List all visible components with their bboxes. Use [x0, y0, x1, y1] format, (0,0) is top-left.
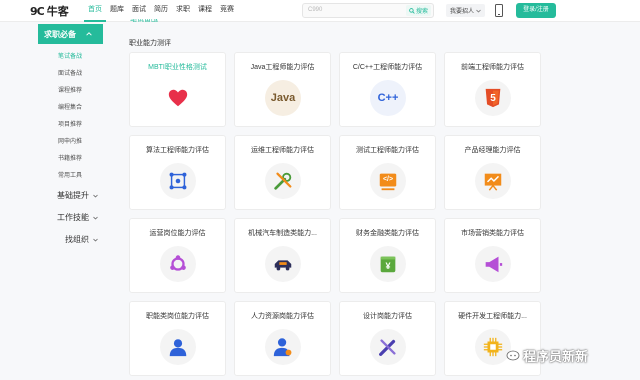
card-title: 运营岗位能力评估	[149, 230, 206, 237]
algorithm-icon	[160, 163, 196, 199]
car-icon	[265, 246, 301, 282]
nav-question-bank[interactable]: 题库	[106, 0, 128, 22]
card-title: 测试工程师能力评估	[356, 147, 419, 154]
presentation-icon	[475, 163, 511, 199]
role-select[interactable]: 我要招人	[446, 4, 486, 17]
sidebar-group-label: 工作技能	[57, 213, 89, 222]
mobile-icon[interactable]	[494, 4, 504, 17]
card-title: 市场营销类能力评估	[461, 230, 524, 237]
sidebar-sub-interview-prep[interactable]: 面试备战	[58, 68, 82, 77]
chevron-down-icon	[93, 194, 98, 197]
watermark-text: 程序员新新	[523, 349, 589, 364]
assessment-card[interactable]: 算法工程师能力评估	[129, 135, 226, 210]
chat-bubble-icon	[506, 350, 520, 360]
section-heading-cut: 笔试备战	[130, 19, 158, 23]
card-title: 前端工程师能力评估	[461, 64, 524, 71]
role-select-label: 我要招人	[450, 9, 475, 15]
assessment-card[interactable]: 机械汽车制造类能力...	[234, 218, 331, 293]
search-icon	[409, 7, 415, 14]
design-icon	[370, 329, 406, 365]
assessment-card[interactable]: 运营岗位能力评估	[129, 218, 226, 293]
assessment-card[interactable]: MBTI职业性格测试	[129, 52, 226, 127]
assessment-card[interactable]: 职能类岗位能力评估	[129, 301, 226, 376]
logo[interactable]: 9C 牛客	[30, 3, 69, 19]
card-title: C/C++工程师能力评估	[352, 64, 423, 71]
sidebar-sub-projects[interactable]: 项目推荐	[58, 119, 82, 128]
assessment-card[interactable]: 人力资源岗能力评估	[234, 301, 331, 376]
assessment-card[interactable]: C/C++工程师能力评估 C++	[339, 52, 436, 127]
card-title: 财务金融类能力评估	[356, 230, 419, 237]
sidebar-sub-tools[interactable]: 常用工具	[58, 170, 82, 179]
sidebar-active-label: 求职必备	[44, 29, 76, 39]
assessment-card[interactable]: 财务金融类能力评估 ¥	[339, 218, 436, 293]
finance-icon-text: ¥	[385, 260, 391, 271]
section-title: 职业能力测评	[129, 40, 171, 47]
assessment-card[interactable]: 前端工程师能力评估 5	[444, 52, 541, 127]
sidebar-item-job-essentials[interactable]: 求职必备	[38, 24, 103, 44]
main-nav: 首页 题库 面试 简历 求职 课程 竞赛	[84, 0, 238, 22]
code-icon-text: </>	[382, 176, 394, 183]
card-title: 硬件开发工程师能力...	[458, 313, 527, 320]
assessment-card[interactable]: Java工程师能力评估 Java	[234, 52, 331, 127]
search-input[interactable]: C990 搜索	[302, 3, 434, 18]
search-button-label: 搜索	[415, 9, 428, 15]
java-icon-text: Java	[270, 92, 296, 104]
sidebar-sub-books[interactable]: 书籍推荐	[58, 153, 82, 162]
card-title: Java工程师能力评估	[250, 64, 315, 71]
search-placeholder: C990	[308, 7, 323, 13]
chevron-down-icon	[93, 216, 98, 219]
card-title: MBTI职业性格测试	[148, 64, 207, 71]
card-title: 机械汽车制造类能力...	[248, 230, 317, 237]
sidebar-sub-written-test[interactable]: 笔试备战	[58, 51, 82, 60]
sidebar-sub-referrals[interactable]: 网申内推	[58, 136, 82, 145]
tools-icon	[265, 163, 301, 199]
search-button[interactable]: 搜索	[405, 5, 431, 16]
logo-name: 牛客	[46, 6, 69, 18]
assessment-card[interactable]: 市场营销类能力评估	[444, 218, 541, 293]
card-title: 设计岗能力评估	[363, 313, 412, 320]
sidebar-group-work-skills[interactable]: 工作技能	[57, 212, 98, 223]
cpp-icon-text: C++	[377, 92, 399, 104]
assessment-card[interactable]: 测试工程师能力评估 </>	[339, 135, 436, 210]
card-title: 职能类岗位能力评估	[146, 313, 209, 320]
person-icon	[160, 329, 196, 365]
cpp-icon: C++	[370, 80, 406, 116]
operations-icon	[160, 246, 196, 282]
nav-contests[interactable]: 竞赛	[216, 0, 238, 22]
watermark: 程序员新新	[506, 346, 588, 365]
sidebar-group-label: 找组织	[65, 235, 89, 244]
logo-mark: 9C	[30, 4, 45, 18]
chevron-down-icon	[93, 238, 98, 241]
card-title: 算法工程师能力评估	[146, 147, 209, 154]
login-button[interactable]: 登录/注册	[516, 3, 556, 18]
hr-icon	[265, 329, 301, 365]
card-title: 运维工程师能力评估	[251, 147, 314, 154]
nav-courses[interactable]: 课程	[194, 0, 216, 22]
assessment-card[interactable]: 产品经理能力评估	[444, 135, 541, 210]
sidebar: 求职必备 笔试备战 面试备战 课程推荐 编程集合 项目推荐 网申内推 书籍推荐 …	[0, 22, 118, 380]
sidebar-group-find-org[interactable]: 找组织	[65, 234, 98, 245]
html5-icon-text: 5	[490, 92, 496, 104]
code-icon: </>	[370, 163, 406, 199]
nav-jobs[interactable]: 求职	[172, 0, 194, 22]
chevron-down-icon	[476, 9, 481, 12]
chevron-up-icon	[86, 32, 92, 36]
sidebar-group-basics[interactable]: 基础提升	[57, 190, 98, 201]
card-title: 产品经理能力评估	[464, 147, 521, 154]
finance-icon: ¥	[370, 246, 406, 282]
html5-icon: 5	[475, 80, 511, 116]
assessment-card[interactable]: 运维工程师能力评估	[234, 135, 331, 210]
card-title: 人力资源岗能力评估	[251, 313, 314, 320]
sidebar-group-label: 基础提升	[57, 191, 89, 200]
megaphone-icon	[475, 246, 511, 282]
sidebar-sub-coding[interactable]: 编程集合	[58, 102, 82, 111]
nav-home[interactable]: 首页	[84, 0, 106, 22]
top-header: 9C 牛客 首页 题库 面试 简历 求职 课程 竞赛 C990 搜索 我要招人 …	[0, 0, 640, 22]
java-icon: Java	[265, 80, 301, 116]
heart-icon	[160, 80, 196, 116]
sidebar-sub-courses[interactable]: 课程推荐	[58, 85, 82, 94]
assessment-card[interactable]: 设计岗能力评估	[339, 301, 436, 376]
